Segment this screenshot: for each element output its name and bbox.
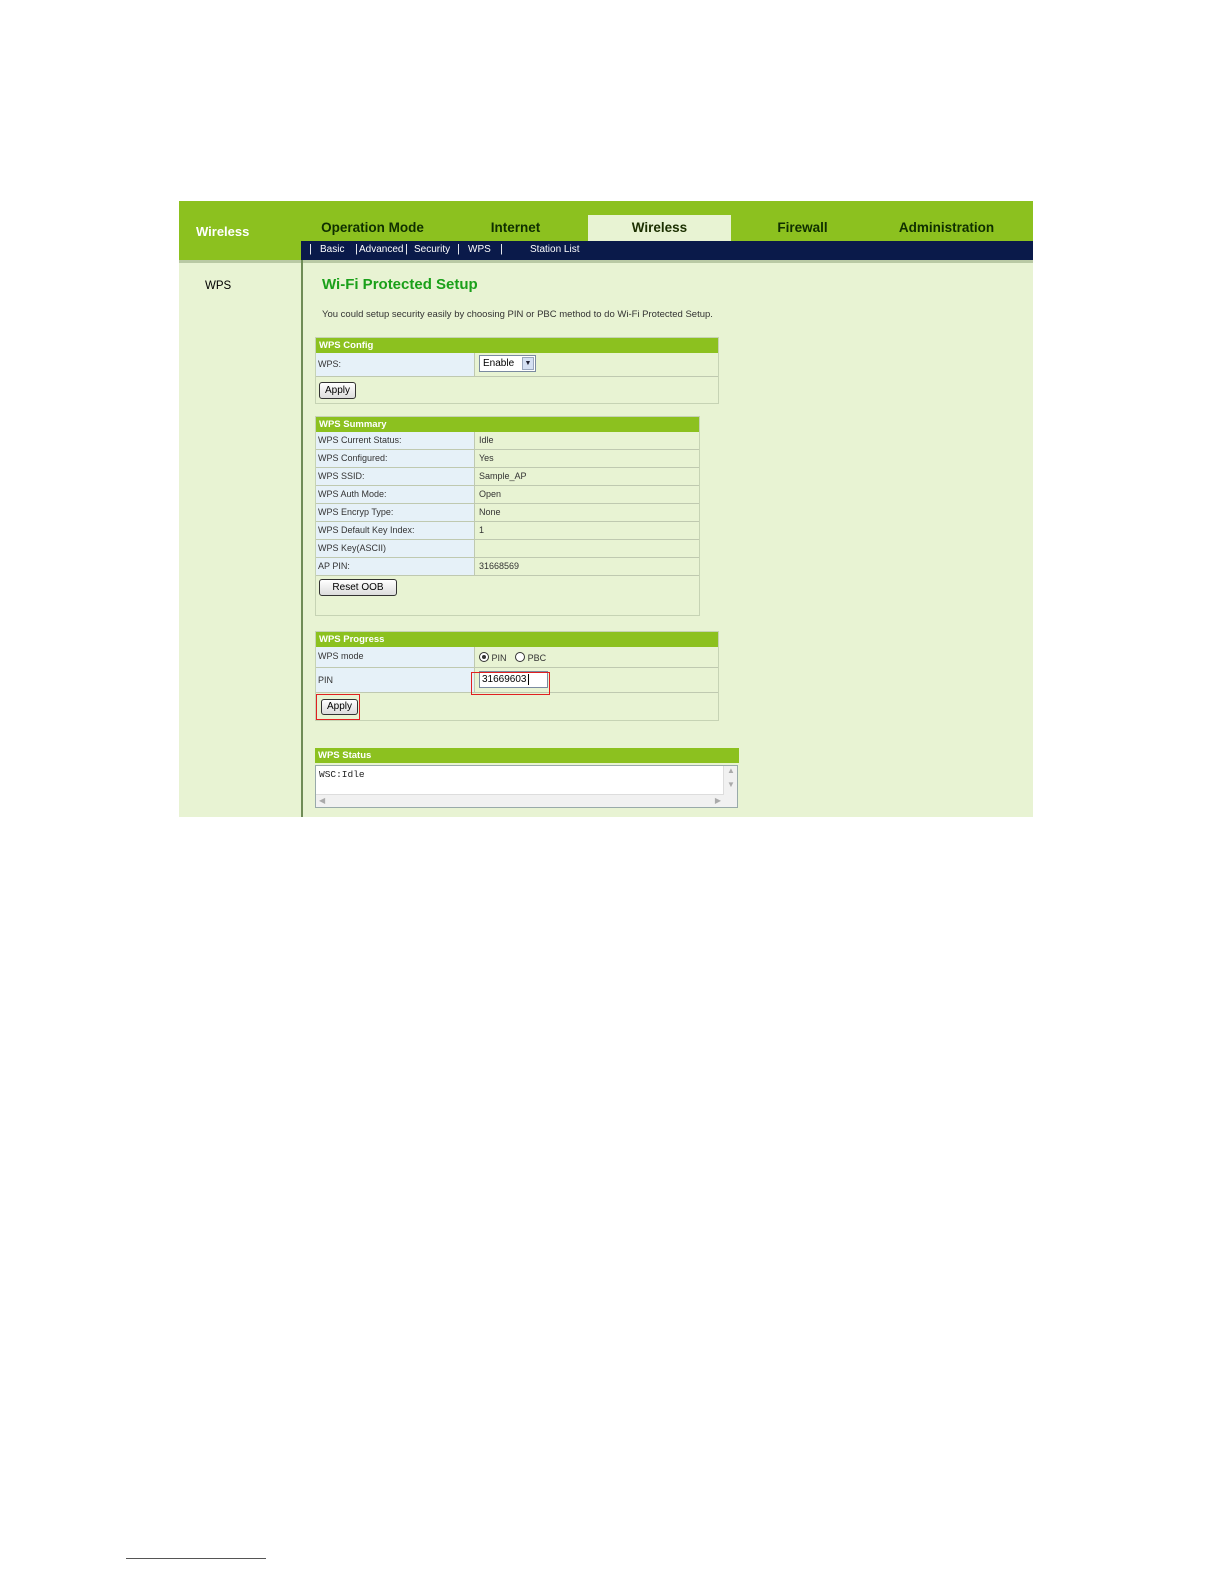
summary-value: None: [479, 507, 501, 517]
summary-value: [477, 540, 699, 557]
tab-internet[interactable]: Internet: [444, 215, 587, 241]
wps-progress-header: WPS Progress: [316, 632, 718, 647]
scroll-right-icon[interactable]: ▶: [715, 796, 721, 805]
sub-navigation: | Basic | Advanced | Security | WPS | St…: [301, 241, 1033, 260]
tab-administration[interactable]: Administration: [874, 215, 1019, 241]
summary-value: Open: [479, 489, 502, 499]
summary-value: Idle: [479, 435, 494, 445]
wps-status-text: WSC:Idle: [319, 769, 365, 780]
wps-select-value: Enable: [483, 358, 515, 369]
table-row: WPS Default Key Index: 1: [316, 522, 699, 540]
wps-config-panel: WPS Config WPS: Enable ▼ Apply: [315, 337, 719, 404]
summary-label: WPS SSID:: [316, 468, 475, 485]
sidebar-brand: Wireless: [179, 201, 301, 260]
pin-label: PIN: [316, 668, 475, 692]
page-description: You could setup security easily by choos…: [322, 309, 713, 320]
top-navigation: Operation Mode Internet Wireless Firewal…: [301, 201, 1033, 241]
wps-status-panel: WPS Status WSC:Idle ▲ ▼ ◀ ▶: [315, 748, 739, 810]
scroll-down-icon[interactable]: ▼: [727, 780, 735, 789]
subtab-basic[interactable]: Basic: [320, 244, 344, 255]
tab-wireless[interactable]: Wireless: [588, 215, 731, 241]
summary-value: Yes: [479, 453, 494, 463]
wps-status-textarea[interactable]: WSC:Idle ▲ ▼ ◀ ▶: [315, 765, 738, 808]
summary-label: WPS Encryp Type:: [316, 504, 475, 521]
summary-label: WPS Key(ASCII): [316, 540, 475, 557]
chevron-down-icon[interactable]: ▼: [522, 357, 534, 370]
wps-status-header: WPS Status: [315, 748, 739, 763]
reset-oob-button[interactable]: Reset OOB: [319, 579, 397, 596]
tab-firewall[interactable]: Firewall: [731, 215, 874, 241]
pbc-radio-label: PBC: [527, 653, 547, 663]
table-row: WPS Auth Mode: Open: [316, 486, 699, 504]
summary-label: WPS Auth Mode:: [316, 486, 475, 503]
wps-mode-row: WPS mode PIN PBC: [316, 647, 718, 668]
wps-summary-panel: WPS Summary WPS Current Status: Idle WPS …: [315, 416, 700, 616]
horizontal-scrollbar[interactable]: ◀ ▶: [316, 794, 724, 807]
subtab-security[interactable]: Security: [414, 244, 450, 255]
table-row: WPS SSID: Sample_AP: [316, 468, 699, 486]
header-divider: [179, 260, 1033, 263]
footnote-divider: [126, 1558, 266, 1559]
scroll-up-icon[interactable]: ▲: [727, 766, 735, 775]
sidebar-divider: [301, 260, 303, 817]
wps-mode-label: WPS mode: [316, 647, 475, 667]
table-row: WPS Configured: Yes: [316, 450, 699, 468]
apply-highlight-box: [316, 694, 360, 720]
wps-config-apply-button[interactable]: Apply: [319, 382, 356, 399]
pin-radio[interactable]: [479, 652, 489, 662]
summary-label: WPS Default Key Index:: [316, 522, 475, 539]
subnav-divider: |: [457, 243, 460, 255]
page-title: Wi-Fi Protected Setup: [322, 276, 478, 293]
summary-label: WPS Current Status:: [316, 432, 475, 449]
vertical-scrollbar[interactable]: ▲ ▼: [723, 766, 737, 807]
pin-highlight-box: [471, 672, 550, 695]
subtab-advanced[interactable]: Advanced: [359, 244, 403, 255]
scroll-left-icon[interactable]: ◀: [319, 796, 325, 805]
table-row: WPS Current Status: Idle: [316, 432, 699, 450]
router-admin-window: Wireless Operation Mode Internet Wireles…: [179, 201, 1033, 817]
summary-label: AP PIN:: [316, 558, 475, 575]
subnav-divider: |: [355, 243, 358, 255]
sidebar-item-wps[interactable]: WPS: [205, 280, 231, 292]
summary-value: 31668569: [479, 561, 520, 571]
wps-summary-header: WPS Summary: [316, 417, 699, 432]
subnav-divider: |: [500, 243, 503, 255]
wps-label: WPS:: [316, 353, 475, 376]
summary-value: Sample_AP: [479, 471, 527, 481]
pin-radio-label: PIN: [491, 653, 507, 663]
subnav-divider: |: [309, 243, 312, 255]
wps-config-row: WPS: Enable ▼: [316, 353, 718, 377]
tab-operation-mode[interactable]: Operation Mode: [301, 215, 444, 241]
wps-mode-options: PIN PBC: [477, 647, 718, 667]
wps-enable-select[interactable]: Enable ▼: [479, 355, 536, 372]
subtab-station-list[interactable]: Station List: [530, 244, 579, 255]
table-row: WPS Key(ASCII): [316, 540, 699, 558]
summary-value: 1: [479, 525, 485, 535]
pbc-radio[interactable]: [515, 652, 526, 662]
subnav-divider: |: [405, 243, 408, 255]
table-row: WPS Encryp Type: None: [316, 504, 699, 522]
summary-label: WPS Configured:: [316, 450, 475, 467]
table-row: AP PIN: 31668569: [316, 558, 699, 576]
subtab-wps[interactable]: WPS: [468, 244, 491, 255]
wps-config-header: WPS Config: [316, 338, 718, 353]
